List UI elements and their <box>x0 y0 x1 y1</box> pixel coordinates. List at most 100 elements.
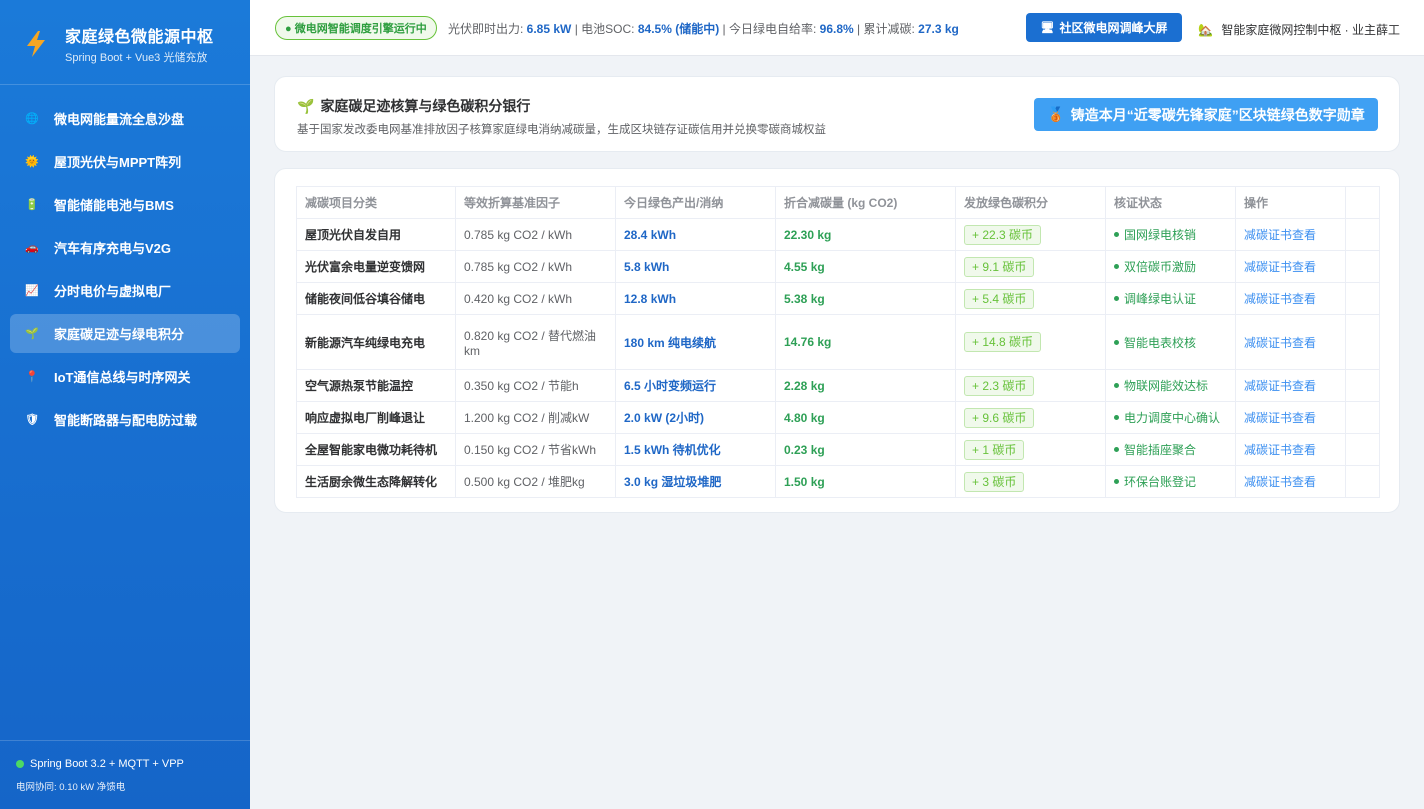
status-text: 调峰绿电认证 <box>1124 292 1197 306</box>
sidebar-item-5[interactable]: 📈 分时电价与虚拟电厂 <box>10 271 240 310</box>
sidebar-item-8[interactable]: 🛡 智能断路器与配电防过载 <box>10 400 240 439</box>
output-cell: 28.4 kWh <box>615 218 776 251</box>
globe-icon: 🌐 <box>25 113 39 125</box>
coins-cell: + 9.6 碳币 <box>955 401 1106 434</box>
car-icon: 🚗 <box>25 242 39 254</box>
verify-status: 国网绿电核销 <box>1114 228 1196 242</box>
self-sufficiency-value: 96.8% <box>819 22 854 36</box>
table-row: 响应虚拟电厂削峰退让 1.200 kg CO2 / 削减kW 2.0 kW (2小时… <box>296 401 1380 434</box>
tech-stack-text: Spring Boot 3.2 + MQTT + VPP <box>30 758 184 770</box>
coin-tag: + 5.4 碳币 <box>964 288 1035 309</box>
coins-cell: + 14.8 碳币 <box>955 314 1106 370</box>
status-dot-icon <box>1114 264 1119 270</box>
column-header: 核证状态 <box>1105 186 1236 219</box>
antenna-icon: 📍 <box>25 371 39 383</box>
sidebar-item-2[interactable]: 🌞 屋顶光伏与MPPT阵列 <box>10 142 240 181</box>
sidebar-item-7[interactable]: 📍 IoT通信总线与时序网关 <box>10 357 240 396</box>
sidebar-item-label: 分时电价与虚拟电厂 <box>54 284 172 299</box>
factor-cell: 0.350 kg CO2 / 节能h <box>455 369 616 402</box>
panel-subtitle: 基于国家发改委电网基准排放因子核算家庭绿电消纳减碳量，生成区块链存证碳信用并兑换… <box>297 124 826 136</box>
pv-output-label: 光伏即时出力: <box>448 22 527 36</box>
user-info[interactable]: 🏡 智能家庭微网控制中枢 · 业主薛工 <box>1198 21 1400 38</box>
coin-tag: + 9.1 碳币 <box>964 256 1035 277</box>
reduction-cell: 0.23 kg <box>775 433 956 466</box>
factor-cell: 0.500 kg CO2 / 堆肥kg <box>455 465 616 498</box>
carbon-table-card: 减碳项目分类 等效折算基准因子 今日绿色产出/消纳 折合减碳量 (kg CO2) 发放绿… <box>274 168 1400 513</box>
column-header: 今日绿色产出/消纳 <box>615 186 776 219</box>
factor-cell: 0.785 kg CO2 / kWh <box>455 218 616 251</box>
view-certificate-link[interactable]: 减碳证书查看 <box>1244 379 1316 393</box>
column-header-spacer <box>1345 186 1380 219</box>
table-row: 空气源热泵节能温控 0.350 kg CO2 / 节能h 6.5 小时变频运行 2.2… <box>296 369 1380 402</box>
item-cell: 储能夜间低谷填谷储电 <box>296 282 456 315</box>
view-certificate-link[interactable]: 减碳证书查看 <box>1244 260 1316 274</box>
status-cell: 调峰绿电认证 <box>1105 282 1236 315</box>
status-cell: 智能插座聚合 <box>1105 433 1236 466</box>
community-screen-label: 社区微电网调峰大屏 <box>1059 21 1168 35</box>
sidebar-item-label: 家庭碳足迹与绿电积分 <box>54 327 185 342</box>
status-text: 国网绿电核销 <box>1124 228 1197 242</box>
view-certificate-link[interactable]: 减碳证书查看 <box>1244 475 1316 489</box>
brand-subtitle: Spring Boot + Vue3 光储充放 <box>65 52 208 64</box>
battery-icon: 🔋 <box>25 199 39 211</box>
view-certificate-link[interactable]: 减碳证书查看 <box>1244 292 1316 306</box>
output-cell: 12.8 kWh <box>615 282 776 315</box>
status-dot-icon <box>1114 339 1119 345</box>
status-text: 物联网能效达标 <box>1124 379 1209 393</box>
coin-tag: + 1 碳币 <box>964 439 1025 460</box>
status-dot-icon <box>1114 479 1119 485</box>
action-cell: 减碳证书查看 <box>1235 465 1346 498</box>
medal-icon: 🥉 <box>1047 106 1065 122</box>
lightning-icon <box>27 31 45 57</box>
output-cell: 180 km 纯电续航 <box>615 314 776 370</box>
sidebar: 家庭绿色微能源中枢 Spring Boot + Vue3 光储充放 🌐 微电网能量… <box>0 0 250 809</box>
sidebar-item-label: 智能储能电池与BMS <box>54 198 174 213</box>
status-cell: 电力调度中心确认 <box>1105 401 1236 434</box>
coins-cell: + 2.3 碳币 <box>955 369 1106 402</box>
coin-tag: + 9.6 碳币 <box>964 407 1035 428</box>
output-cell: 2.0 kW (2小时) <box>615 401 776 434</box>
mint-medal-button[interactable]: 🥉 铸造本月“近零碳先锋家庭”区块链绿色数字勋章 <box>1034 98 1378 131</box>
column-header: 操作 <box>1235 186 1346 219</box>
verify-status: 调峰绿电认证 <box>1114 292 1196 306</box>
view-certificate-link[interactable]: 减碳证书查看 <box>1244 411 1316 425</box>
sidebar-item-label: 屋顶光伏与MPPT阵列 <box>54 155 182 170</box>
sidebar-item-3[interactable]: 🔋 智能储能电池与BMS <box>10 185 240 224</box>
table-header-row: 减碳项目分类 等效折算基准因子 今日绿色产出/消纳 折合减碳量 (kg CO2) 发放绿… <box>296 186 1380 219</box>
column-header: 等效折算基准因子 <box>455 186 616 219</box>
sidebar-item-4[interactable]: 🚗 汽车有序充电与V2G <box>10 228 240 267</box>
reduction-cell: 22.30 kg <box>775 218 956 251</box>
sidebar-item-6[interactable]: 🌱 家庭碳足迹与绿电积分 <box>10 314 240 353</box>
community-screen-button[interactable]: 🖥 社区微电网调峰大屏 <box>1026 13 1182 42</box>
coin-tag: + 22.3 碳币 <box>964 224 1042 245</box>
view-certificate-link[interactable]: 减碳证书查看 <box>1244 443 1316 457</box>
seedling-icon: 🌱 <box>297 97 315 114</box>
status-text: 电力调度中心确认 <box>1124 411 1221 425</box>
carbon-panel-header: 🌱 家庭碳足迹核算与绿色碳积分银行 基于国家发改委电网基准排放因子核算家庭绿电消纳… <box>274 76 1400 152</box>
view-certificate-link[interactable]: 减碳证书查看 <box>1244 228 1316 242</box>
view-certificate-link[interactable]: 减碳证书查看 <box>1244 336 1316 350</box>
pv-output-value: 6.85 kW <box>526 22 572 36</box>
status-dot-icon <box>1114 415 1119 421</box>
sidebar-item-1[interactable]: 🌐 微电网能量流全息沙盘 <box>10 99 240 138</box>
carbon-credit-table: 减碳项目分类 等效折算基准因子 今日绿色产出/消纳 折合减碳量 (kg CO2) 发放绿… <box>296 186 1380 498</box>
coin-tag: + 2.3 碳币 <box>964 375 1035 396</box>
user-name: 智能家庭微网控制中枢 · 业主薛工 <box>1221 23 1400 37</box>
output-cell: 3.0 kg 湿垃圾堆肥 <box>615 465 776 498</box>
factor-cell: 0.785 kg CO2 / kWh <box>455 250 616 283</box>
battery-soc-value: 84.5% (储能中) <box>637 22 720 36</box>
sidebar-footer: Spring Boot 3.2 + MQTT + VPP 电网协同: 0.10 … <box>0 740 250 809</box>
grid-sync-text: 电网协同: 0.10 kW 净馈电 <box>16 782 126 793</box>
coin-tag: + 3 碳币 <box>964 471 1025 492</box>
coin-tag: + 14.8 碳币 <box>964 332 1042 352</box>
status-cell: 国网绿电核销 <box>1105 218 1236 251</box>
house-icon: 🏡 <box>1198 22 1214 37</box>
action-cell: 减碳证书查看 <box>1235 250 1346 283</box>
brand: 家庭绿色微能源中枢 Spring Boot + Vue3 光储充放 <box>0 0 250 85</box>
spacer-cell <box>1345 369 1380 402</box>
table-row: 光伏富余电量逆变馈网 0.785 kg CO2 / kWh 5.8 kWh 4.55 … <box>296 250 1380 283</box>
status-dot-icon <box>1114 447 1119 453</box>
table-row: 生活厨余微生态降解转化 0.500 kg CO2 / 堆肥kg 3.0 kg 湿垃圾… <box>296 465 1380 498</box>
carbon-reduced-label: | 累计减碳: <box>853 22 919 36</box>
verify-status: 电力调度中心确认 <box>1114 411 1220 425</box>
